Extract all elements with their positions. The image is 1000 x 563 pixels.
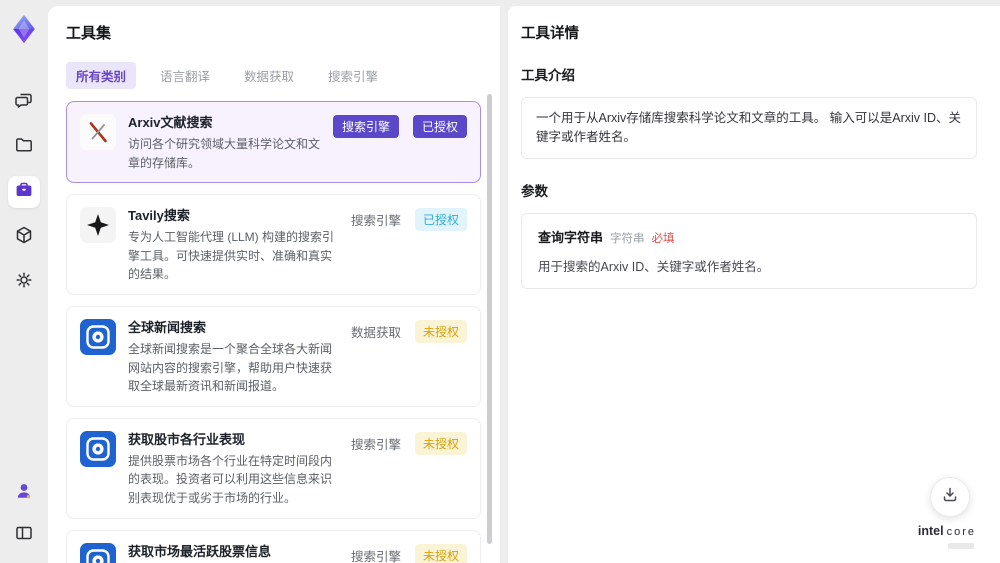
tool-name: Tavily搜索 — [128, 208, 190, 224]
tool-category-badge: 数据获取 — [350, 325, 401, 340]
app-logo-icon[interactable] — [5, 8, 43, 50]
tool-auth-status-badge: 未授权 — [414, 431, 467, 455]
tool-auth-status-badge: 已授权 — [412, 115, 467, 138]
tool-card-body: 全球新闻搜索 全球新闻搜索是一个聚合全球各大新闻网站内容的搜索引擎，帮助用户快速… — [128, 317, 339, 396]
tool-description: 全球新闻搜索是一个聚合全球各大新闻网站内容的搜索引擎，帮助用户快速获取全球最新资… — [128, 341, 333, 394]
brand-core-text: core — [946, 526, 976, 539]
tool-icon — [80, 114, 116, 150]
sidebar-bottom — [8, 477, 40, 551]
sidebar-item-account[interactable] — [8, 477, 40, 509]
tool-name: 获取股市各行业表现 — [128, 431, 246, 447]
tool-description: 提供股票市场各个行业在特定时间段内的表现。投资者可以利用这些信息来识别表现优于或… — [128, 453, 333, 505]
sidebar-item-chat[interactable] — [8, 86, 40, 118]
user-avatar-icon — [14, 481, 34, 506]
intro-text: 一个用于从Arxiv存储库搜索科学论文和文章的工具。 输入可以是Arxiv ID… — [521, 97, 977, 159]
chat-icon — [14, 90, 34, 115]
brand-intel-text: intel — [917, 524, 944, 539]
tool-auth-status-badge: 未授权 — [414, 543, 467, 563]
intel-core-logo: intel core — [918, 522, 976, 549]
toolbox-icon — [14, 180, 34, 205]
tool-card-meta: 搜索引擎 未授权 — [350, 431, 467, 455]
tool-category-badge: 搜索引擎 — [350, 549, 401, 563]
sidebar-item-packages[interactable] — [8, 221, 40, 253]
tool-name: 获取市场最活跃股票信息 — [128, 543, 272, 559]
tool-auth-status-badge: 已授权 — [414, 208, 467, 232]
tool-icon — [80, 318, 116, 355]
tool-category-badge: 搜索引擎 — [350, 437, 401, 452]
intro-heading: 工具介绍 — [521, 68, 575, 83]
list-scrollbar[interactable] — [487, 94, 492, 544]
tool-card-body: 获取股市各行业表现 提供股票市场各个行业在特定时间段内的表现。投资者可以利用这些… — [128, 429, 339, 508]
tool-category-badge: 搜索引擎 — [332, 115, 399, 138]
tool-icon — [80, 207, 116, 244]
tool-card[interactable]: Arxiv文献搜索 访问各个研究领域大量科学论文和文章的存储库。 搜索引擎 已授… — [66, 101, 481, 184]
sidebar-item-collapse[interactable] — [8, 519, 40, 551]
tool-list: Arxiv文献搜索 访问各个研究领域大量科学论文和文章的存储库。 搜索引擎 已授… — [66, 101, 481, 563]
tool-card-body: 获取市场最活跃股票信息 提供当天交易量最高的股票列表，投资者可以利用这些信息来识… — [128, 541, 339, 563]
tool-card-meta: 搜索引擎 未授权 — [350, 543, 467, 563]
tool-icon — [80, 430, 116, 467]
param-item: 查询字符串 字符串 必填 用于搜索的Arxiv ID、关键字或作者姓名。 — [521, 212, 977, 289]
tab-search-engine[interactable]: 搜索引擎 — [318, 62, 388, 89]
tool-card-meta: 数据获取 未授权 — [350, 319, 467, 343]
cube-icon — [14, 225, 34, 250]
folder-icon — [14, 135, 34, 160]
sidebar-item-tools[interactable] — [8, 176, 40, 208]
tool-card-meta: 搜索引擎 已授权 — [332, 115, 467, 138]
tool-name: 全球新闻搜索 — [128, 319, 207, 335]
tool-detail-panel: 工具详情 工具介绍 一个用于从Arxiv存储库搜索科学论文和文章的工具。 输入可… — [508, 6, 1000, 563]
sidebar-nav — [8, 86, 40, 298]
param-description: 用于搜索的Arxiv ID、关键字或作者姓名。 — [538, 259, 770, 274]
settings-gear-icon — [14, 270, 34, 295]
tool-card[interactable]: 获取市场最活跃股票信息 提供当天交易量最高的股票列表，投资者可以利用这些信息来识… — [66, 529, 481, 563]
sidebar — [0, 0, 48, 563]
tab-language-translation[interactable]: 语言翻译 — [150, 62, 220, 89]
detail-title: 工具详情 — [521, 26, 579, 42]
tool-description: 专为人工智能代理 (LLM) 构建的搜索引擎工具。可快速提供实时、准确和真实的结… — [128, 230, 335, 282]
tool-card-body: Arxiv文献搜索 访问各个研究领域大量科学论文和文章的存储库。 — [128, 112, 321, 172]
tool-icon — [80, 542, 116, 563]
main-area: 工具集 所有类别 语言翻译 数据获取 搜索引擎 Arxiv文献搜索 访问各个研究… — [48, 0, 1000, 563]
param-header: 查询字符串 字符串 必填 — [538, 227, 960, 247]
panel-toggle-icon — [14, 523, 34, 548]
tool-card-meta: 搜索引擎 已授权 — [350, 208, 467, 232]
tool-auth-status-badge: 未授权 — [414, 319, 467, 343]
tool-name: Arxiv文献搜索 — [128, 115, 213, 130]
brand-sub-bar — [948, 543, 974, 549]
sidebar-item-settings[interactable] — [8, 266, 40, 298]
param-name: 查询字符串 — [538, 229, 604, 245]
tool-card[interactable]: 全球新闻搜索 全球新闻搜索是一个聚合全球各大新闻网站内容的搜索引擎，帮助用户快速… — [66, 305, 481, 407]
param-type: 字符串 — [610, 232, 645, 245]
param-required-badge: 必填 — [651, 232, 675, 245]
sidebar-item-files[interactable] — [8, 131, 40, 163]
tab-all-categories[interactable]: 所有类别 — [66, 62, 137, 89]
tool-category-badge: 搜索引擎 — [350, 214, 401, 229]
category-tabs: 所有类别 语言翻译 数据获取 搜索引擎 — [66, 62, 482, 89]
tab-data-fetch[interactable]: 数据获取 — [234, 62, 304, 89]
tool-list-panel: 工具集 所有类别 语言翻译 数据获取 搜索引擎 Arxiv文献搜索 访问各个研究… — [48, 6, 500, 563]
tool-card[interactable]: 获取股市各行业表现 提供股票市场各个行业在特定时间段内的表现。投资者可以利用这些… — [66, 417, 481, 519]
app-window: 工具集 所有类别 语言翻译 数据获取 搜索引擎 Arxiv文献搜索 访问各个研究… — [0, 0, 1000, 563]
download-icon — [940, 485, 960, 510]
params-heading: 参数 — [521, 183, 548, 199]
page-title: 工具集 — [66, 25, 112, 42]
tool-card-body: Tavily搜索 专为人工智能代理 (LLM) 构建的搜索引擎工具。可快速提供实… — [128, 205, 339, 284]
download-button[interactable] — [930, 477, 970, 517]
tool-card[interactable]: Tavily搜索 专为人工智能代理 (LLM) 构建的搜索引擎工具。可快速提供实… — [66, 194, 481, 295]
tool-description: 访问各个研究领域大量科学论文和文章的存储库。 — [128, 137, 321, 170]
